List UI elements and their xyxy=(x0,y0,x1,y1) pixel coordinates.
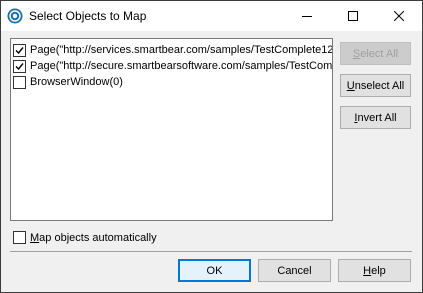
map-automatically-label: Map objects automatically xyxy=(30,231,157,244)
list-item[interactable]: Page("http://secure.smartbearsoftware.co… xyxy=(13,58,333,74)
minimize-button[interactable] xyxy=(284,1,330,31)
close-button[interactable] xyxy=(376,1,422,31)
map-automatically-checkbox[interactable] xyxy=(13,231,26,244)
window-title: Select Objects to Map xyxy=(29,9,147,23)
item-checkbox[interactable] xyxy=(13,75,26,89)
checkmark-icon xyxy=(15,62,24,70)
title-bar: Select Objects to Map xyxy=(1,1,422,31)
checkmark-icon xyxy=(15,46,24,54)
invert-all-button[interactable]: Invert All xyxy=(340,106,411,129)
maximize-button[interactable] xyxy=(330,1,376,31)
cancel-button[interactable]: Cancel xyxy=(258,259,331,282)
close-icon xyxy=(394,11,404,21)
list-item[interactable]: BrowserWindow(0) xyxy=(13,74,332,90)
objects-list[interactable]: Page("http://services.smartbear.com/samp… xyxy=(10,38,333,221)
item-checkbox[interactable] xyxy=(13,43,26,57)
unselect-all-button[interactable]: Unselect All xyxy=(340,74,411,97)
item-label: BrowserWindow(0) xyxy=(30,76,123,88)
testcomplete-app-icon xyxy=(7,8,23,24)
help-button[interactable]: Help xyxy=(338,259,411,282)
maximize-icon xyxy=(348,11,358,21)
item-checkbox[interactable] xyxy=(13,59,26,73)
minimize-icon xyxy=(302,16,312,17)
ok-button[interactable]: OK xyxy=(178,259,251,282)
select-all-button[interactable]: Select All xyxy=(340,42,411,65)
footer-divider xyxy=(10,251,412,252)
map-automatically-option[interactable]: Map objects automatically xyxy=(13,231,157,244)
list-item[interactable]: Page("http://services.smartbear.com/samp… xyxy=(13,42,333,58)
item-label: Page("http://secure.smartbearsoftware.co… xyxy=(30,60,333,72)
select-objects-dialog: Select Objects to Map Page("http://servi… xyxy=(0,0,423,293)
item-label: Page("http://services.smartbear.com/samp… xyxy=(30,44,333,56)
